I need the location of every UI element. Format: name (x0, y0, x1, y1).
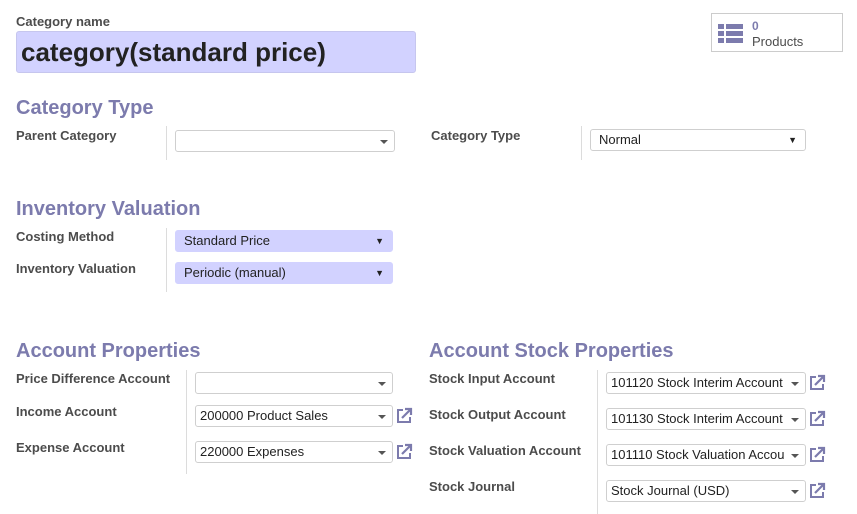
costing-method-select[interactable]: Standard Price ▼ (175, 230, 393, 252)
category-name-label: Category name (16, 14, 110, 29)
stock-journal-select[interactable]: Stock Journal (USD) (606, 480, 806, 502)
inventory-valuation-section-title: Inventory Valuation (16, 198, 201, 220)
inventory-valuation-label: Inventory Valuation (16, 261, 136, 276)
products-label: Products (752, 34, 804, 49)
income-account-label: Income Account (16, 404, 117, 419)
caret-down-icon (791, 454, 799, 458)
category-type-section-title: Category Type (16, 97, 154, 119)
caret-down-icon (791, 418, 799, 422)
caret-down-icon (378, 382, 386, 386)
caret-down-icon (791, 382, 799, 386)
income-account-select[interactable]: 200000 Product Sales (195, 405, 393, 427)
expense-account-label: Expense Account (16, 440, 125, 455)
category-name-input[interactable]: category(standard price) (16, 31, 416, 73)
caret-down-icon (378, 451, 386, 455)
caret-down-icon (791, 490, 799, 494)
external-link-icon[interactable] (808, 482, 826, 500)
stock-output-account-select[interactable]: 101130 Stock Interim Account (Delivered) (606, 408, 806, 430)
account-stock-properties-section-title: Account Stock Properties (429, 340, 674, 362)
caret-down-icon (378, 415, 386, 419)
external-link-icon[interactable] (808, 374, 826, 392)
triangle-down-icon: ▼ (375, 268, 384, 278)
stock-journal-label: Stock Journal (429, 479, 515, 494)
external-link-icon[interactable] (808, 410, 826, 428)
divider (581, 126, 582, 160)
stock-input-account-label: Stock Input Account (429, 371, 555, 386)
category-type-label: Category Type (431, 128, 521, 143)
list-icon (718, 24, 743, 43)
inventory-valuation-select[interactable]: Periodic (manual) ▼ (175, 262, 393, 284)
triangle-down-icon: ▼ (375, 236, 384, 246)
category-type-select[interactable]: Normal ▼ (590, 129, 806, 151)
account-properties-section-title: Account Properties (16, 340, 201, 362)
price-difference-account-select[interactable] (195, 372, 393, 394)
triangle-down-icon: ▼ (788, 135, 797, 145)
parent-category-label: Parent Category (16, 128, 117, 143)
caret-down-icon (380, 140, 388, 144)
stock-output-account-label: Stock Output Account (429, 407, 566, 422)
parent-category-select[interactable] (175, 130, 395, 152)
products-smart-button[interactable]: 0 Products (711, 13, 843, 52)
stock-valuation-account-select[interactable]: 101110 Stock Valuation Account (606, 444, 806, 466)
expense-account-select[interactable]: 220000 Expenses (195, 441, 393, 463)
products-count: 0 (752, 19, 759, 33)
divider (166, 228, 167, 292)
divider (166, 126, 167, 160)
costing-method-label: Costing Method (16, 229, 115, 244)
divider (186, 370, 187, 474)
external-link-icon[interactable] (395, 443, 413, 461)
price-difference-account-label: Price Difference Account (16, 371, 171, 386)
stock-valuation-account-label: Stock Valuation Account (429, 443, 581, 458)
stock-input-account-select[interactable]: 101120 Stock Interim Account (Received) (606, 372, 806, 394)
external-link-icon[interactable] (395, 407, 413, 425)
external-link-icon[interactable] (808, 446, 826, 464)
divider (597, 370, 598, 514)
